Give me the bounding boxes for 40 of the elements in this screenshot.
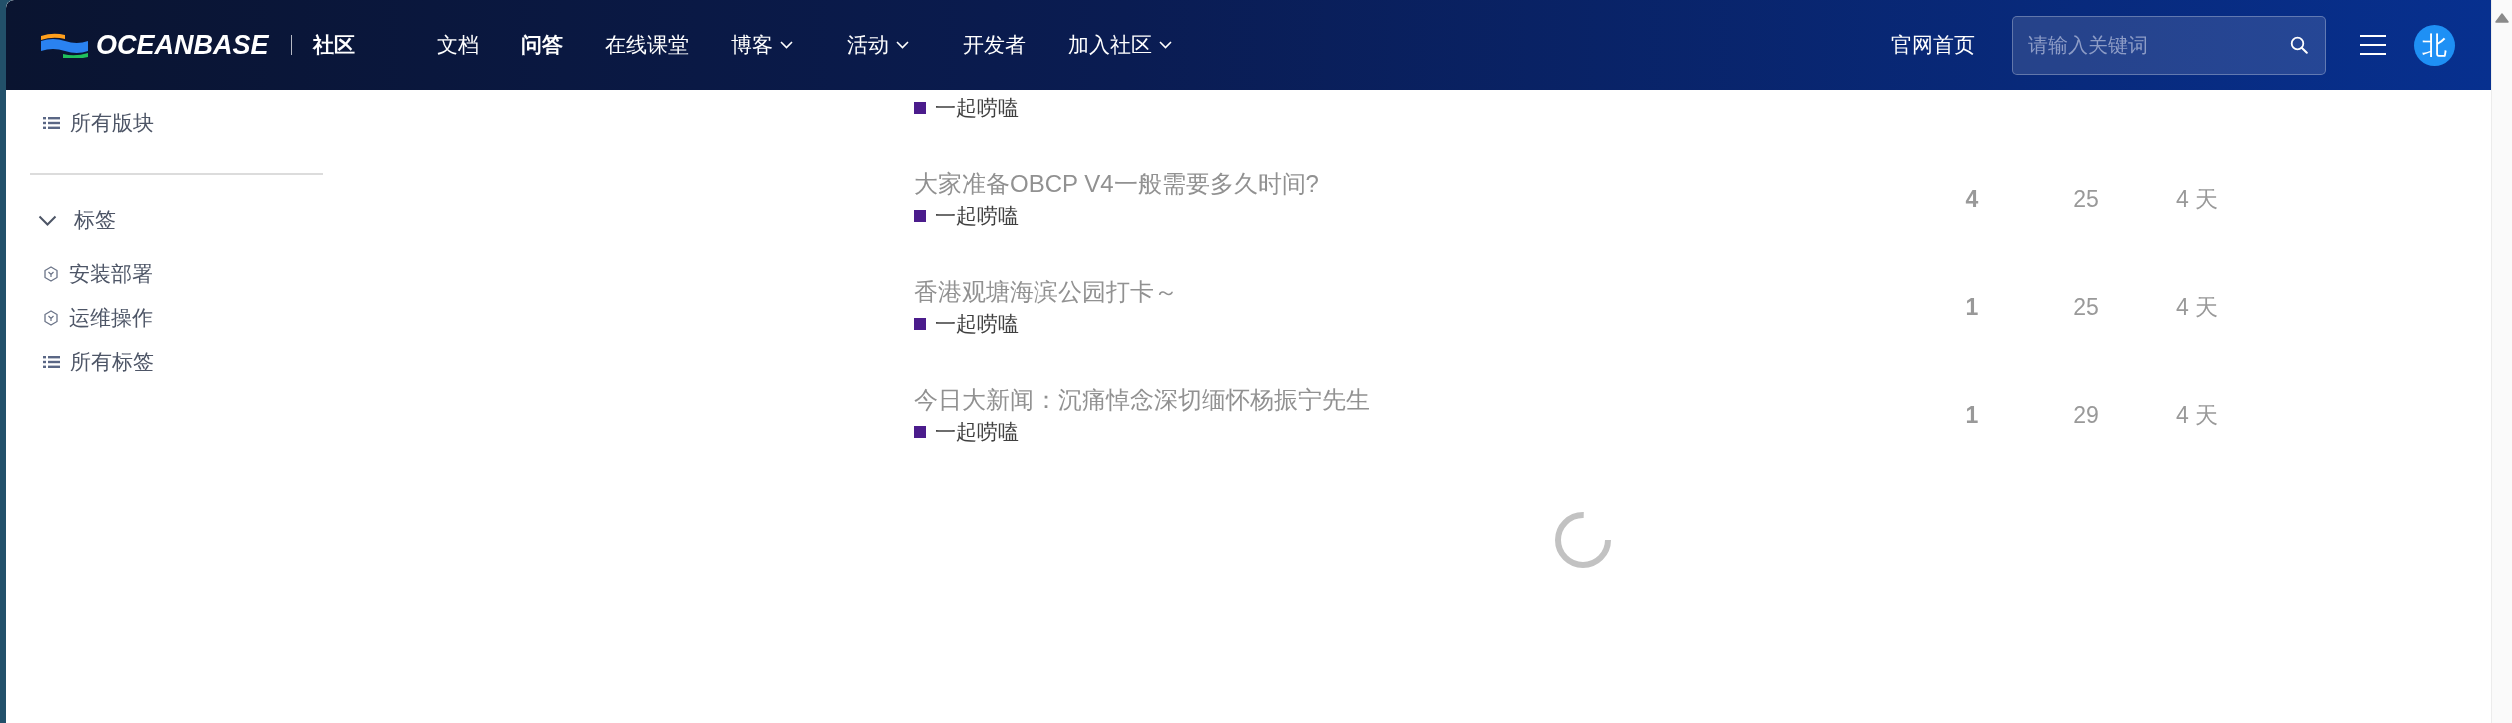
sidebar-link[interactable]: 所有版块 [30, 106, 154, 140]
category-link[interactable]: 一起唠嗑 [914, 94, 1019, 122]
community-link[interactable]: 社区 [312, 31, 355, 59]
menu-icon[interactable] [2360, 34, 2386, 56]
category-link[interactable]: 一起唠嗑 [914, 310, 1019, 338]
view-count: 25 [2073, 185, 2099, 213]
view-count: 29 [2073, 401, 2099, 429]
wave-stripes-icon [41, 32, 88, 58]
activity-time: 4 天 [2175, 292, 2219, 322]
list-icon [43, 355, 60, 369]
activity-time: 4 天 [2175, 400, 2219, 430]
nav-link[interactable]: 问答 [520, 31, 563, 59]
nav-link[interactable]: 开发者 [962, 31, 1026, 59]
chevron-down-icon [1158, 41, 1172, 49]
nav-link[interactable]: 在线课堂 [604, 31, 689, 59]
reply-count: 4 [1965, 185, 1979, 213]
list-icon [43, 116, 60, 130]
chevron-down-icon [38, 214, 57, 226]
view-count: 25 [2073, 293, 2099, 321]
reply-count: 1 [1965, 293, 1979, 321]
nav-link[interactable]: 活动 [846, 31, 909, 59]
category-link[interactable]: 一起唠嗑 [914, 418, 1019, 446]
nav-link[interactable]: 博客 [730, 31, 793, 59]
hexagon-icon [43, 266, 59, 282]
logo-link[interactable]: OCEANBASE [41, 29, 269, 61]
chevron-down-icon [779, 41, 793, 49]
caret-up-icon[interactable] [2495, 13, 2509, 23]
sidebar-link[interactable]: 所有标签 [30, 340, 154, 384]
category-link[interactable]: 一起唠嗑 [914, 202, 1019, 230]
section-toggle[interactable]: 标签 [30, 203, 116, 237]
hexagon-icon [43, 310, 59, 326]
sidebar-link[interactable]: 运维操作 [30, 296, 153, 340]
sidebar-link[interactable]: 安装部署 [30, 252, 153, 296]
search-icon[interactable] [2290, 35, 2308, 54]
reply-count: 1 [1965, 401, 1979, 429]
home-link[interactable]: 官网首页 [1891, 31, 1975, 59]
nav-link[interactable]: 加入社区 [1067, 31, 1172, 59]
chevron-down-icon [895, 41, 909, 49]
activity-time: 4 天 [2175, 184, 2219, 214]
nav-link[interactable]: 文档 [436, 31, 479, 59]
